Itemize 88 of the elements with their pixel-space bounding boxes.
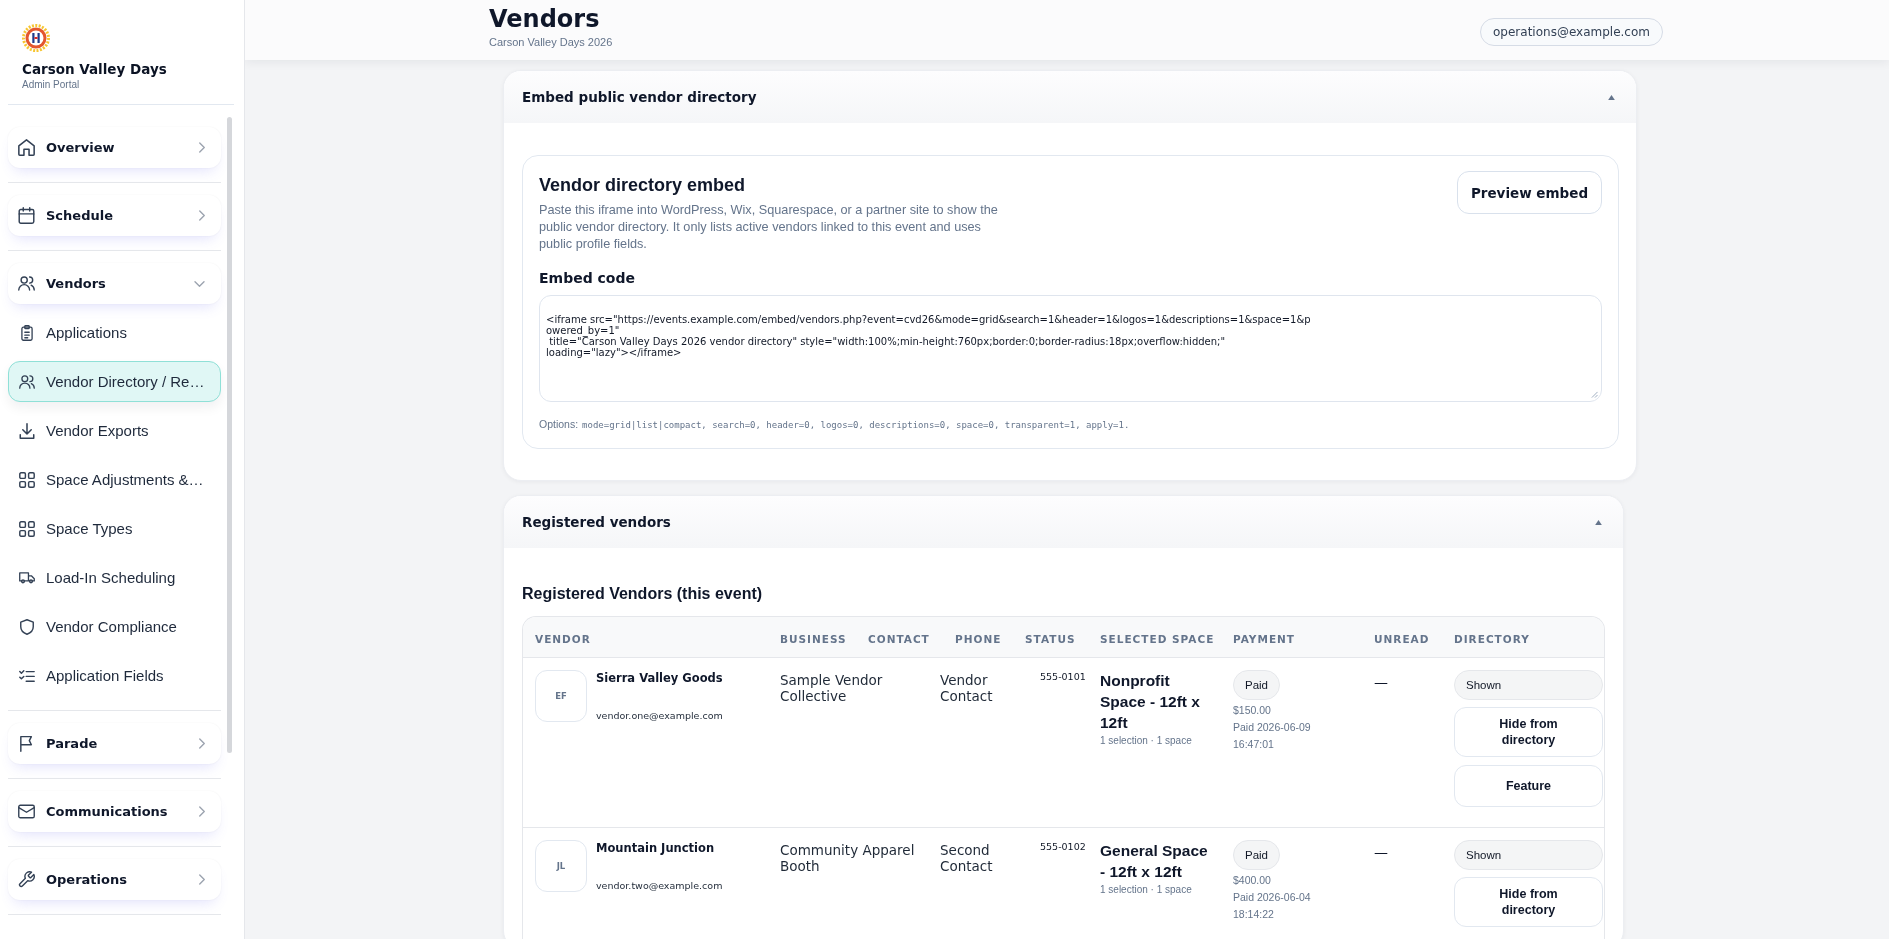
nav-link[interactable]: Vendor Exports <box>8 410 221 451</box>
nav-link[interactable]: Vendor Compliance <box>8 606 221 647</box>
directory-action-button[interactable]: Feature <box>1454 765 1603 807</box>
payment-amount: $150.00 <box>1233 703 1271 718</box>
section-description: Paste this iframe into WordPress, Wix, Squarespace, or a partner site to show the public vendor directory. It only lists active vendors linked to this event and uses public profile fields. <box>539 202 999 253</box>
app-title: Carson Valley Days <box>22 60 167 78</box>
directory-status-pill: Shown <box>1454 840 1603 870</box>
nav-group-button[interactable]: Parade <box>8 723 221 764</box>
nav-group-button[interactable]: Vendors <box>8 263 221 304</box>
directory-status-pill: Shown <box>1454 670 1603 700</box>
panel-header-bar[interactable]: Embed public vendor directory <box>504 71 1636 123</box>
business-name: Community Apparel Booth <box>780 842 916 874</box>
payment-date: Paid 2026-06-09 16:47:01 <box>1233 720 1312 752</box>
clipboard-list-icon <box>19 324 35 341</box>
selected-space: Nonprofit Space - 12ft x 12ft <box>1100 671 1201 733</box>
directory-action-button[interactable]: Hide from directory <box>1454 877 1603 927</box>
column-header: UNREAD <box>1374 632 1430 645</box>
vendor-email: vendor.two@example.com <box>596 879 723 893</box>
vendor-name: Sierra Valley Goods <box>596 670 723 686</box>
users-icon <box>18 275 35 292</box>
grid-icon <box>19 471 35 488</box>
options-code: mode=grid|list|compact, search=0, header=0, logos=0, descriptions=0, space=0, transparent=1, apply=1. <box>582 420 1130 430</box>
contact-name: Vendor Contact <box>940 672 994 704</box>
shield-icon <box>19 618 35 635</box>
sun-badge-icon <box>22 24 50 52</box>
users-icon <box>19 373 35 390</box>
payment-date: Paid 2026-06-04 18:14:22 <box>1233 890 1312 922</box>
nav-group-button[interactable]: Communications <box>8 791 221 832</box>
nav-group-button[interactable]: Operations <box>8 859 221 900</box>
directory-action-button[interactable]: Hide from directory <box>1454 707 1603 757</box>
table-heading: Registered Vendors (this event) <box>522 584 763 604</box>
column-header: PHONE <box>955 632 1002 645</box>
column-header: PAYMENT <box>1233 632 1296 645</box>
column-header: DIRECTORY <box>1454 632 1530 645</box>
business-name: Sample Vendor Collective <box>780 672 884 704</box>
nav-link[interactable]: Load-In Scheduling <box>8 557 221 598</box>
payment-status-pill: Paid <box>1233 840 1281 870</box>
nav-link[interactable]: Space Adjustments &… <box>8 459 221 500</box>
house-icon <box>18 139 35 156</box>
page-title: Vendors <box>489 4 600 34</box>
phone-number: 555-0101 <box>1040 670 1086 684</box>
unread-count: — <box>1374 673 1388 692</box>
contact-name: Second Contact <box>940 842 994 874</box>
panel-title: Registered vendors <box>522 513 671 531</box>
collapse-caret-icon[interactable] <box>1608 94 1615 100</box>
preview-embed-button[interactable]: Preview embed <box>1457 171 1602 214</box>
nav-link[interactable]: Vendor Directory / Re… <box>8 361 221 402</box>
nav-link[interactable]: Applications <box>8 312 221 353</box>
vendor-email: vendor.one@example.com <box>596 709 723 723</box>
vendor-name: Mountain Junction <box>596 840 715 856</box>
panel-header-bar[interactable]: Registered vendors <box>504 496 1623 548</box>
vendor-avatar: JL <box>535 840 587 892</box>
column-header: VENDOR <box>535 632 591 645</box>
embed-code-field[interactable]: <iframe src="https://events.example.com/embed/vendors.php?event=cvd26&mode=grid&search=1&header=1&logos=1&descriptions=1&space=1&p owered_by=1" title="Carson Valley Days 2026 vendor directory" style="width:100%;min-height:760px;border:0;border-radius:18px;overflow:hidden;" loading="lazy"></iframe> <box>539 295 1602 402</box>
column-header: SELECTED SPACE <box>1100 632 1215 645</box>
scrollbar-thumb[interactable] <box>227 117 232 753</box>
options-label: Options: <box>539 418 579 430</box>
flag-icon <box>18 735 35 752</box>
panel-title: Embed public vendor directory <box>522 88 757 106</box>
selected-space: General Space - 12ft x 12ft <box>1100 841 1209 882</box>
checklist-icon <box>19 667 35 684</box>
account-email-chip[interactable]: operations@example.com <box>1480 18 1663 46</box>
app-subtitle: Admin Portal <box>22 78 80 91</box>
page-subtitle: Carson Valley Days 2026 <box>489 35 613 49</box>
grid-icon <box>19 520 35 537</box>
phone-number: 555-0102 <box>1040 840 1086 854</box>
calendar-icon <box>18 207 35 224</box>
resize-grip-icon <box>1591 391 1598 398</box>
unread-count: — <box>1374 843 1388 862</box>
space-summary: 1 selection · 1 space <box>1100 734 1192 748</box>
envelope-icon <box>18 803 35 820</box>
nav-link[interactable]: Space Types <box>8 508 221 549</box>
vendor-avatar: EF <box>535 670 587 722</box>
nav-group-button[interactable]: Schedule <box>8 195 221 236</box>
payment-amount: $400.00 <box>1233 873 1271 888</box>
nav-group-button[interactable]: Overview <box>8 127 221 168</box>
field-label: Embed code <box>539 269 635 287</box>
download-icon <box>19 422 35 439</box>
nav-link[interactable]: Application Fields <box>8 655 221 696</box>
wrench-icon <box>18 871 35 888</box>
column-header: STATUS <box>1025 632 1076 645</box>
column-header: BUSINESS <box>780 632 847 645</box>
column-header: CONTACT <box>868 632 930 645</box>
space-summary: 1 selection · 1 space <box>1100 883 1192 897</box>
section-heading: Vendor directory embed <box>539 174 746 196</box>
payment-status-pill: Paid <box>1233 670 1281 700</box>
truck-icon <box>19 569 35 586</box>
collapse-caret-icon[interactable] <box>1595 519 1602 525</box>
